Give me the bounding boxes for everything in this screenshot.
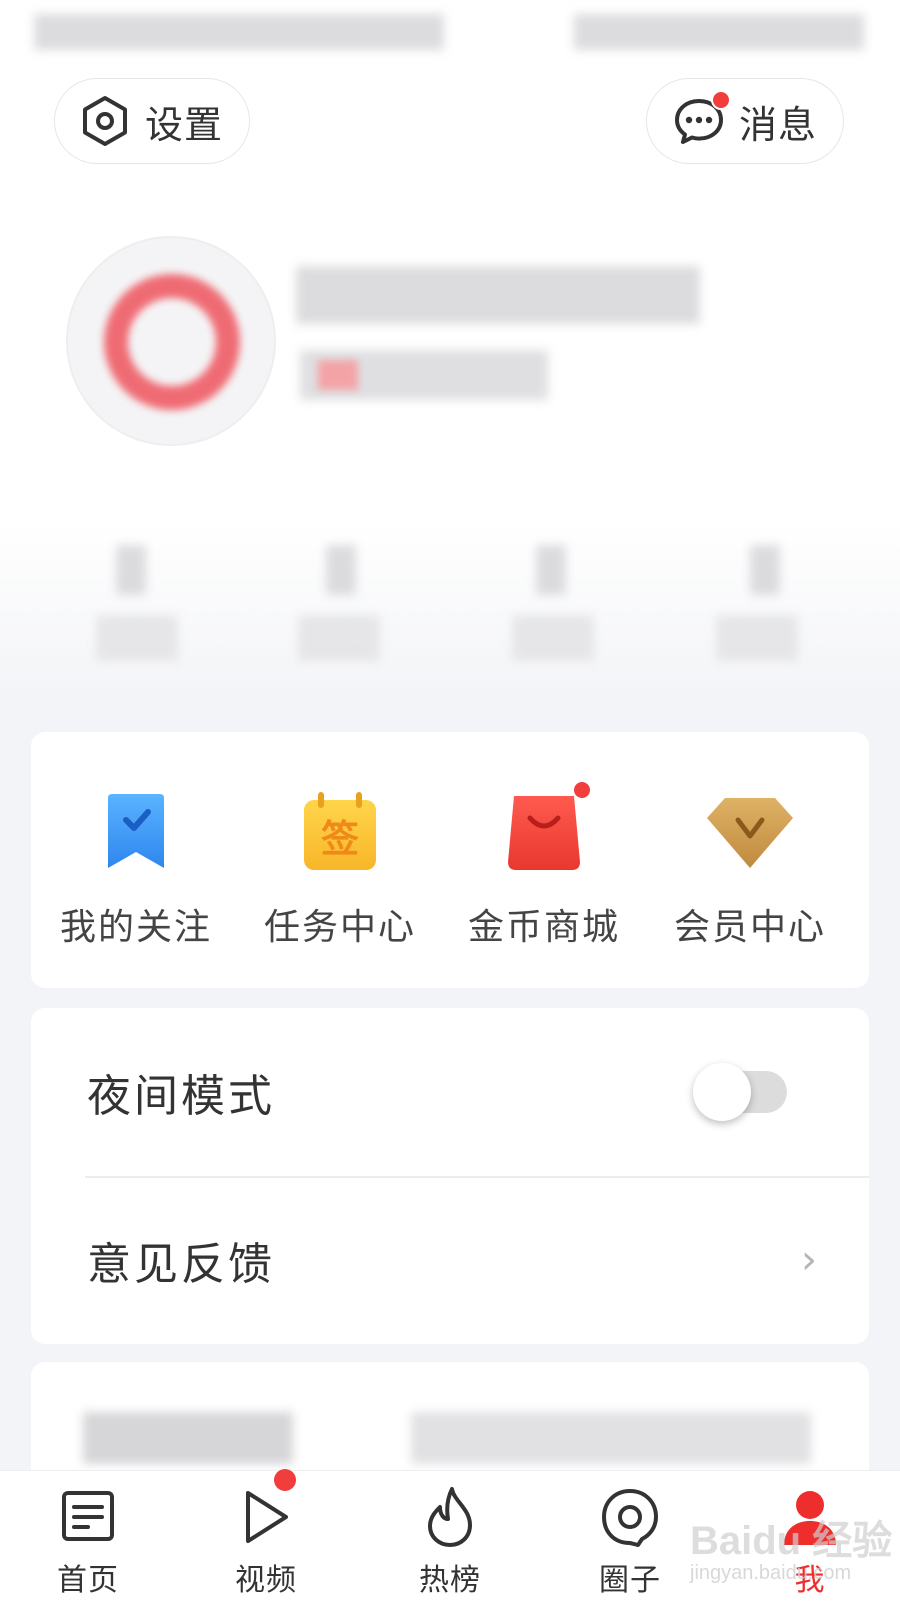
watermark-line2: jingyan.baidu.com: [690, 1562, 852, 1584]
chevron-right-icon: ›: [801, 1237, 817, 1283]
avatar[interactable]: [66, 236, 276, 446]
tab-home[interactable]: 首页: [28, 1485, 148, 1599]
stat-item[interactable]: [298, 545, 382, 665]
settings-button[interactable]: 设置: [54, 78, 250, 164]
quick-action-vip-center[interactable]: 会员中心: [655, 792, 845, 950]
video-play-icon: [246, 1491, 288, 1543]
stat-item[interactable]: [512, 545, 596, 665]
quick-action-task-center[interactable]: 签 任务中心: [245, 792, 435, 950]
tab-label: 视频: [235, 1563, 297, 1598]
quick-action-label: 会员中心: [673, 907, 826, 948]
bookmark-icon: [108, 794, 164, 868]
tab-label: 热榜: [419, 1563, 481, 1598]
status-bar-right: [574, 14, 864, 50]
feedback-row[interactable]: 意见反馈 ›: [31, 1176, 869, 1344]
baidu-watermark: Baidu 经验 jingyan.baidu.com: [690, 1508, 892, 1585]
coin-mall-badge-dot: [574, 782, 590, 798]
hot-fire-icon: [428, 1487, 472, 1547]
settings-label: 设置: [145, 102, 224, 147]
tab-video[interactable]: 视频: [206, 1469, 326, 1599]
quick-action-label: 任务中心: [263, 907, 416, 948]
video-badge-dot: [274, 1469, 296, 1491]
feedback-label: 意见反馈: [87, 1239, 275, 1290]
gear-icon: [83, 96, 127, 146]
settings-list-card: 夜间模式 意见反馈 ›: [31, 1008, 869, 1344]
stat-item[interactable]: [716, 545, 800, 665]
quick-actions-card: 我的关注 签 任务中心 金币商城 会员中心: [31, 732, 869, 988]
quick-action-label: 金币商城: [467, 907, 620, 948]
messages-button[interactable]: 消息: [646, 78, 844, 164]
quick-action-label: 我的关注: [59, 907, 212, 948]
home-news-icon: [62, 1491, 114, 1541]
night-mode-row: 夜间模式: [31, 1008, 869, 1176]
shopping-bag-icon: [508, 796, 580, 870]
message-badge-dot: [711, 90, 731, 110]
circle-icon: [602, 1489, 658, 1547]
diamond-icon: [707, 798, 793, 868]
night-mode-label: 夜间模式: [87, 1071, 275, 1122]
messages-label: 消息: [739, 102, 818, 147]
stat-item[interactable]: [96, 545, 180, 665]
quick-action-following[interactable]: 我的关注: [41, 792, 231, 950]
status-bar-left: [34, 14, 444, 50]
tab-label: 圈子: [599, 1563, 661, 1598]
username-blurred: [296, 266, 700, 324]
tab-hot-list[interactable]: 热榜: [390, 1485, 510, 1599]
watermark-line1: Baidu 经验: [690, 1519, 893, 1563]
tab-label: 首页: [57, 1563, 119, 1598]
tab-circle[interactable]: 圈子: [570, 1485, 690, 1599]
user-level-badge: [318, 360, 358, 390]
quick-action-coin-mall[interactable]: 金币商城: [449, 782, 639, 950]
message-icon: [673, 90, 731, 146]
sign-in-badge-text: 签: [320, 817, 359, 861]
night-mode-toggle[interactable]: [693, 1063, 787, 1121]
